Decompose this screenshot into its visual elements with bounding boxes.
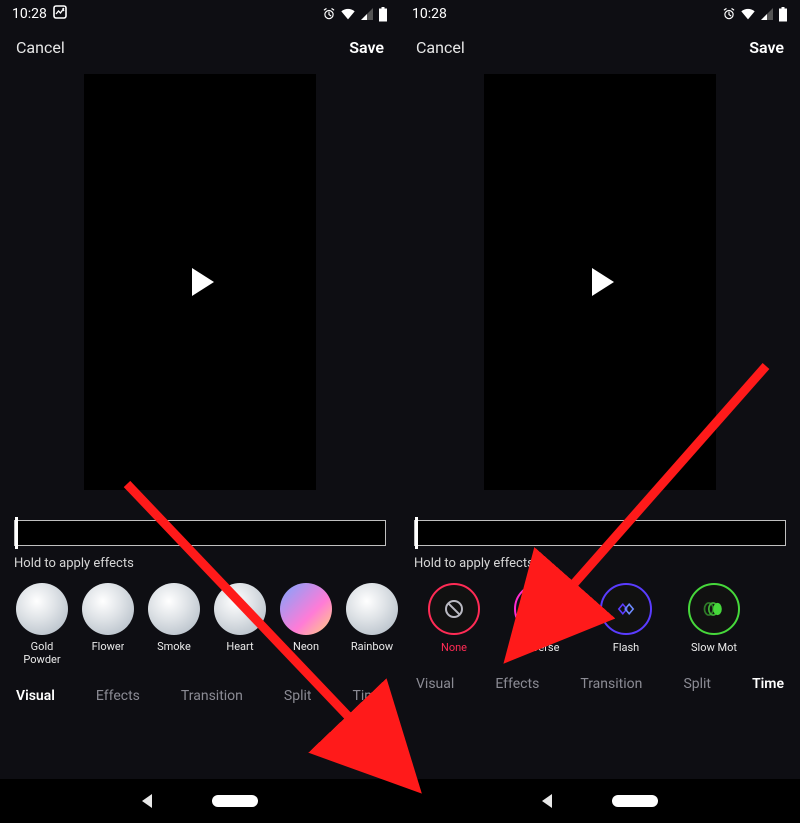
timeline-scrubber[interactable] — [14, 520, 386, 546]
effect-smoke[interactable]: Smoke — [146, 583, 202, 666]
video-preview[interactable] — [84, 74, 316, 490]
effect-label: Slow Mot — [691, 641, 737, 654]
timeline-scrubber[interactable] — [414, 520, 786, 546]
effect-flash[interactable]: Flash — [596, 583, 656, 654]
android-nav-bar — [400, 779, 800, 823]
effect-slow-motion[interactable]: Slow Mot — [682, 583, 746, 654]
cellular-icon — [360, 7, 374, 21]
editor-header: Cancel Save — [400, 28, 800, 66]
tab-time[interactable]: Time — [353, 688, 384, 704]
nav-home-pill[interactable] — [612, 795, 658, 807]
no-entry-icon — [428, 583, 480, 635]
status-bar: 10:28 — [400, 0, 800, 28]
wifi-icon — [740, 7, 756, 21]
alarm-icon — [322, 7, 336, 21]
effect-category-tabs: Visual Effects Transition Split Time — [400, 654, 800, 700]
effect-neon[interactable]: Neon — [278, 583, 334, 666]
video-preview-area — [0, 74, 400, 490]
effect-heart[interactable]: Heart — [212, 583, 268, 666]
slow-motion-icon — [688, 583, 740, 635]
time-effects-list[interactable]: None Reverse Flash Slow Mot — [400, 583, 800, 654]
nav-back-icon[interactable] — [542, 794, 552, 808]
timeline-cursor[interactable] — [415, 517, 418, 549]
video-preview[interactable] — [484, 74, 716, 490]
save-button[interactable]: Save — [349, 38, 384, 57]
effect-thumb — [82, 583, 134, 635]
effect-label: Smoke — [157, 641, 191, 654]
battery-icon — [778, 7, 788, 22]
status-time: 10:28 — [412, 6, 447, 22]
effect-label: Neon — [293, 641, 319, 654]
diamond-icon — [600, 583, 652, 635]
screen-visual-effects: 10:28 Cancel Save — [0, 0, 400, 823]
screen-time-effects: 10:28 Cancel Save Hold to apply effects — [400, 0, 800, 823]
effect-label: Flower — [92, 641, 125, 654]
play-icon[interactable] — [192, 268, 214, 296]
effect-none[interactable]: None — [424, 583, 484, 654]
effect-reverse[interactable]: Reverse — [510, 583, 570, 654]
effect-label: Reverse — [521, 641, 560, 654]
cancel-button[interactable]: Cancel — [16, 38, 65, 57]
cancel-button[interactable]: Cancel — [416, 38, 465, 57]
effect-thumb — [148, 583, 200, 635]
effect-flower[interactable]: Flower — [80, 583, 136, 666]
effect-category-tabs: Visual Effects Transition Split Time — [0, 666, 400, 712]
effects-hint: Hold to apply effects — [400, 546, 800, 583]
editor-header: Cancel Save — [0, 28, 400, 66]
nav-home-pill[interactable] — [212, 795, 258, 807]
battery-icon — [378, 7, 388, 22]
screenshots-container: 10:28 Cancel Save — [0, 0, 800, 823]
visual-effects-list[interactable]: Gold Powder Flower Smoke Heart Neon Rain… — [0, 583, 400, 666]
play-icon[interactable] — [592, 268, 614, 296]
tab-split[interactable]: Split — [284, 688, 312, 704]
effect-thumb — [214, 583, 266, 635]
effect-thumb — [16, 583, 68, 635]
effect-thumb — [346, 583, 398, 635]
save-button[interactable]: Save — [749, 38, 784, 57]
effects-hint: Hold to apply effects — [0, 546, 400, 583]
tab-visual[interactable]: Visual — [416, 676, 454, 692]
effect-label: Rainbow — [351, 641, 393, 654]
tab-transition[interactable]: Transition — [181, 688, 243, 704]
tab-transition[interactable]: Transition — [580, 676, 642, 692]
tab-split[interactable]: Split — [683, 676, 711, 692]
alarm-icon — [722, 7, 736, 21]
status-bar: 10:28 — [0, 0, 400, 28]
effect-gold-powder[interactable]: Gold Powder — [14, 583, 70, 666]
hourglass-icon — [514, 583, 566, 635]
timeline-cursor[interactable] — [15, 517, 18, 549]
tab-effects[interactable]: Effects — [96, 688, 140, 704]
effect-label: None — [441, 641, 467, 654]
video-preview-area — [400, 74, 800, 490]
tab-effects[interactable]: Effects — [495, 676, 539, 692]
nav-back-icon[interactable] — [142, 794, 152, 808]
effect-label: Gold Powder — [14, 641, 70, 666]
effect-thumb — [280, 583, 332, 635]
android-nav-bar — [0, 779, 400, 823]
status-time: 10:28 — [12, 6, 47, 22]
wifi-icon — [340, 7, 356, 21]
tab-visual[interactable]: Visual — [16, 688, 55, 704]
cellular-icon — [760, 7, 774, 21]
effect-label: Flash — [613, 641, 639, 654]
tab-time[interactable]: Time — [752, 676, 784, 692]
recent-app-icon — [53, 5, 67, 23]
effect-rainbow[interactable]: Rainbow — [344, 583, 400, 666]
effect-label: Heart — [226, 641, 253, 654]
